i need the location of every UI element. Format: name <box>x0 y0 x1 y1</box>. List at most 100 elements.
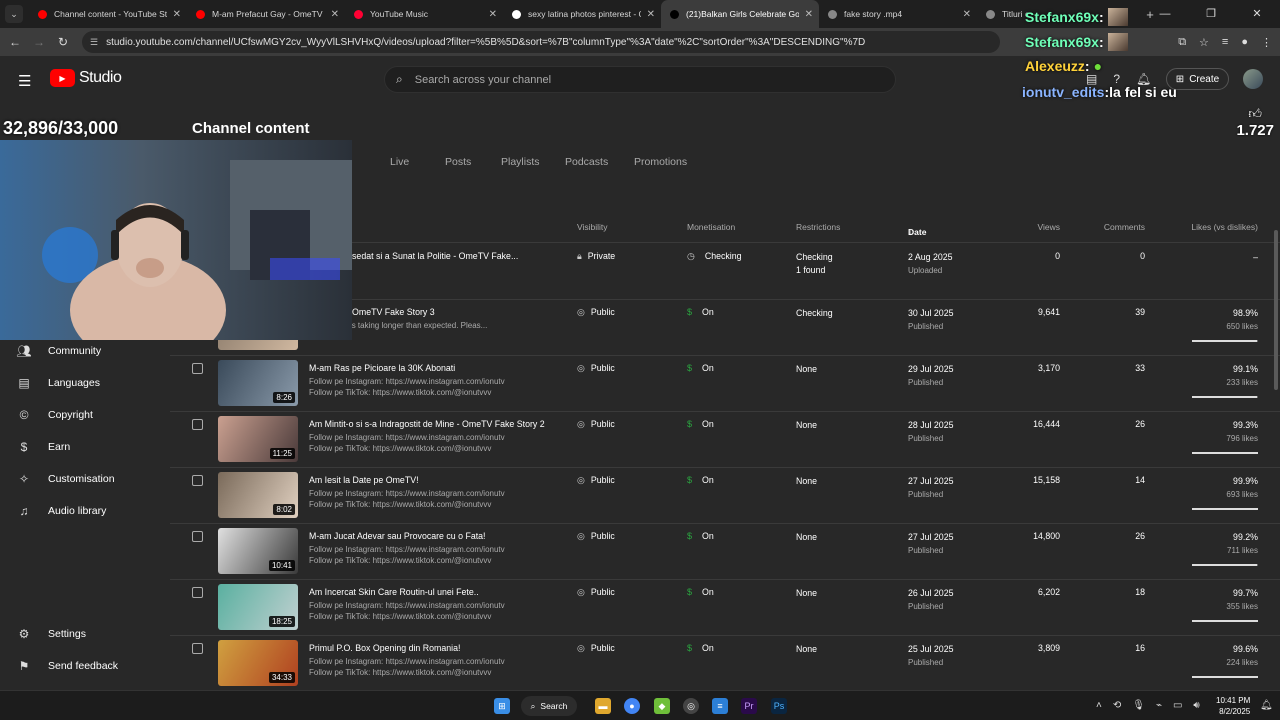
sidebar-item-feedback[interactable]: ⚑ Send feedback <box>0 651 170 681</box>
restrictions-cell[interactable]: None <box>796 419 817 432</box>
close-icon[interactable]: ✕ <box>173 9 181 20</box>
minimize-button[interactable]: — <box>1142 0 1188 28</box>
photoshop-icon[interactable]: Ps <box>771 698 787 714</box>
table-row[interactable]: 34:33 Primul P.O. Box Opening din Romania… <box>170 636 1280 690</box>
monetisation-cell[interactable]: $ On <box>687 587 714 597</box>
video-thumbnail[interactable]: 18:25 <box>218 584 298 630</box>
monetisation-cell[interactable]: $ On <box>687 363 714 373</box>
sidebar-item-community[interactable]: 👥︎ Community <box>0 336 170 366</box>
row-checkbox[interactable] <box>192 643 203 654</box>
sidebar-item-languages[interactable]: ▤ Languages <box>0 368 170 398</box>
maximize-button[interactable]: ❐ <box>1188 0 1234 28</box>
game-app-icon[interactable]: ◆ <box>654 698 670 714</box>
monetisation-cell[interactable]: $ On <box>687 475 714 485</box>
monetisation-cell[interactable]: $ On <box>687 419 714 429</box>
video-thumbnail[interactable]: 8:02 <box>218 472 298 518</box>
visibility-cell[interactable]: ◎ Public <box>577 587 615 598</box>
visibility-cell[interactable]: ◎ Public <box>577 475 615 486</box>
account-avatar[interactable] <box>1243 69 1263 89</box>
column-monetisation[interactable]: Monetisation <box>687 222 735 232</box>
display-icon[interactable]: ▭ <box>1173 700 1182 711</box>
video-thumbnail[interactable]: 10:41 <box>218 528 298 574</box>
url-field[interactable]: ☰ studio.youtube.com/channel/UCfswMGY2cv… <box>82 31 1000 53</box>
browser-tab[interactable]: fake story .mp4 ✕ <box>819 0 977 28</box>
restrictions-cell[interactable]: None <box>796 475 817 488</box>
table-row[interactable]: 18:25 Am Incercat Skin Care Routin-ul une… <box>170 580 1280 636</box>
table-row[interactable]: 10:41 M-am Jucat Adevar sau Provocare cu … <box>170 524 1280 580</box>
close-icon[interactable]: ✕ <box>963 9 971 20</box>
sidebar-item-earn[interactable]: $ Earn <box>0 432 170 462</box>
close-icon[interactable]: ✕ <box>331 9 339 20</box>
video-title[interactable]: Primul P.O. Box Opening din Romania! <box>309 643 460 653</box>
column-restrictions[interactable]: Restrictions <box>796 222 840 232</box>
restrictions-cell[interactable]: None <box>796 531 817 544</box>
row-checkbox[interactable] <box>192 363 203 374</box>
network-icon[interactable]: ⌁ <box>1156 700 1162 711</box>
notification-center-icon[interactable]: 🔔︎ <box>1260 700 1273 711</box>
windows-start-icon[interactable]: ⊞ <box>494 698 510 714</box>
visibility-cell[interactable]: ◎ Public <box>577 419 615 430</box>
menu-icon[interactable]: ☰ <box>18 72 31 90</box>
restrictions-cell[interactable]: Checking 1 found <box>796 251 833 277</box>
close-icon[interactable]: ✕ <box>805 9 813 20</box>
close-icon[interactable]: ✕ <box>489 9 497 20</box>
browser-menu-icon[interactable]: ⋮ <box>1261 36 1272 49</box>
tab-live[interactable]: Live <box>390 156 409 168</box>
restrictions-cell[interactable]: Checking <box>796 307 833 320</box>
tab-playlists[interactable]: Playlists <box>501 156 540 168</box>
video-title[interactable]: M-am Ras pe Picioare la 30K Abonati <box>309 363 455 373</box>
sidebar-item-copyright[interactable]: © Copyright <box>0 400 170 430</box>
premiere-icon[interactable]: Pr <box>741 698 757 714</box>
notepad-icon[interactable]: ≡ <box>712 698 728 714</box>
visibility-cell[interactable]: ◎ Public <box>577 307 615 318</box>
browser-tab[interactable]: M-am Prefacut Gay - OmeTV Fake ✕ <box>187 0 345 28</box>
tray-app-icon[interactable]: ⟲ <box>1113 700 1121 711</box>
search-input[interactable]: ⌕ Search across your channel <box>384 66 896 93</box>
row-checkbox[interactable] <box>192 531 203 542</box>
bookmark-icon[interactable]: ☆ <box>1199 36 1209 49</box>
browser-tab[interactable]: (21)Balkan Girls Celebrate Goo ✕ <box>661 0 819 28</box>
profile-icon[interactable]: ● <box>1241 36 1248 48</box>
browser-tab[interactable]: sexy latina photos pinterest - G ✕ <box>503 0 661 28</box>
browser-tab[interactable]: YouTube Music ✕ <box>345 0 503 28</box>
table-row[interactable]: 8:26 M-am Ras pe Picioare la 30K Abonati F… <box>170 356 1280 412</box>
table-row[interactable]: 11:25 Am Mintit-o si s-a Indragostit de M… <box>170 412 1280 468</box>
media-icon[interactable]: ≡ <box>1222 36 1228 48</box>
row-checkbox[interactable] <box>192 419 203 430</box>
table-row[interactable]: 8:02 Am Iesit la Date pe OmeTV! Follow pe … <box>170 468 1280 524</box>
video-thumbnail[interactable]: 34:33 <box>218 640 298 686</box>
app-icon[interactable]: ◎ <box>683 698 699 714</box>
video-thumbnail[interactable]: 8:26 <box>218 360 298 406</box>
column-comments[interactable]: Comments <box>1104 222 1145 232</box>
visibility-cell[interactable]: ◎ Public <box>577 643 615 654</box>
extensions-icon[interactable]: ⧉ <box>1178 36 1186 49</box>
tray-chevron-icon[interactable]: ˄ <box>1096 700 1102 711</box>
video-title[interactable]: Am Mintit-o si s-a Indragostit de Mine -… <box>309 419 545 429</box>
site-info-icon[interactable]: ☰ <box>90 37 98 48</box>
sidebar-item-customisation[interactable]: ✧ Customisation <box>0 464 170 494</box>
volume-icon[interactable]: 🔊︎ <box>1193 700 1199 711</box>
restrictions-cell[interactable]: None <box>796 363 817 376</box>
sidebar-item-audio-library[interactable]: ♫ Audio library <box>0 496 170 526</box>
tab-search-button[interactable]: ⌄ <box>5 5 23 23</box>
monetisation-cell[interactable]: $ On <box>687 307 714 317</box>
visibility-cell[interactable]: ◎ Public <box>577 531 615 542</box>
row-checkbox[interactable] <box>192 475 203 486</box>
chrome-icon[interactable]: ● <box>624 698 640 714</box>
reload-button[interactable]: ↻ <box>51 35 75 49</box>
video-thumbnail[interactable]: 11:25 <box>218 416 298 462</box>
row-checkbox[interactable] <box>192 587 203 598</box>
restrictions-cell[interactable]: None <box>796 643 817 656</box>
back-button[interactable]: ← <box>3 35 27 49</box>
restrictions-cell[interactable]: None <box>796 587 817 600</box>
video-title[interactable]: M-am Jucat Adevar sau Provocare cu o Fat… <box>309 531 486 541</box>
tab-promotions[interactable]: Promotions <box>634 156 687 168</box>
file-explorer-icon[interactable]: ▬ <box>595 698 611 714</box>
close-icon[interactable]: ✕ <box>647 9 655 20</box>
video-title[interactable]: Am Incercat Skin Care Routin-ul unei Fet… <box>309 587 479 597</box>
column-visibility[interactable]: Visibility <box>577 222 608 232</box>
visibility-cell[interactable]: 🔒︎ Private <box>577 251 615 262</box>
clock[interactable]: 10:41 PM 8/2/2025 <box>1216 695 1250 717</box>
monetisation-cell[interactable]: $ On <box>687 643 714 653</box>
tab-posts[interactable]: Posts <box>445 156 471 168</box>
